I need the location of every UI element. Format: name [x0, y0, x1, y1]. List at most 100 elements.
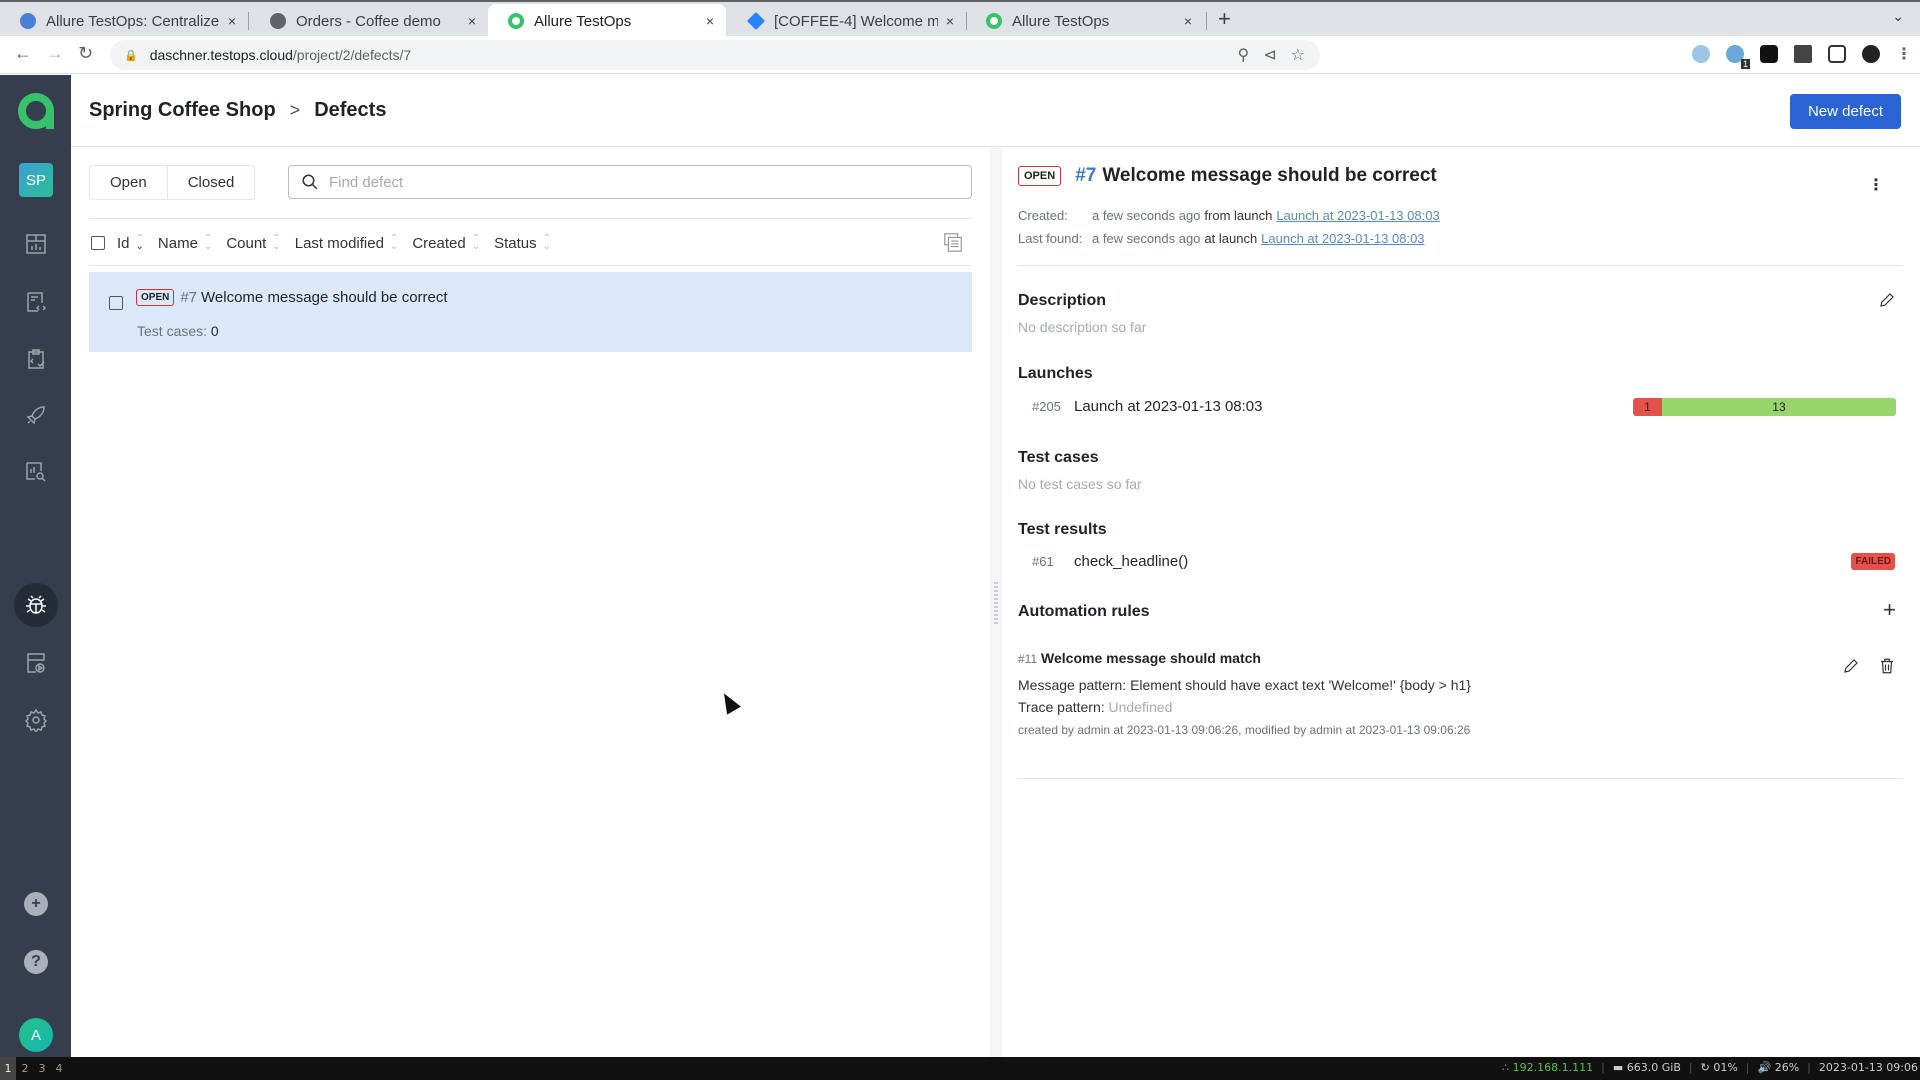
rule-name: Welcome message should match: [1041, 650, 1261, 666]
browser-tab-active[interactable]: Allure TestOps ×: [488, 4, 726, 38]
new-defect-button[interactable]: New defect: [1790, 94, 1901, 129]
share-icon[interactable]: ⊲: [1263, 45, 1276, 65]
message-pattern-value: Element should have exact text 'Welcome!…: [1130, 677, 1471, 693]
browser-tab[interactable]: Allure TestOps ×: [966, 4, 1204, 38]
add-icon[interactable]: +: [24, 892, 48, 916]
filter-open[interactable]: Open: [90, 166, 167, 199]
pencil-icon: [1844, 659, 1858, 673]
rule-trace-pattern: Trace pattern: Undefined: [1018, 699, 1172, 715]
column-last-modified[interactable]: Last modified ⌃ ⌄: [294, 234, 399, 252]
sidebar-item-analytics[interactable]: [18, 454, 54, 490]
sidebar-item-settings[interactable]: [18, 702, 54, 738]
row-checkbox[interactable]: [109, 296, 123, 310]
close-tab-icon[interactable]: ×: [1184, 13, 1192, 29]
ip-address: 192.168.1.111: [1512, 1061, 1594, 1074]
sidebar-item-launches[interactable]: [18, 397, 54, 433]
extension-icon[interactable]: [1760, 45, 1778, 63]
allure-logo[interactable]: [18, 93, 54, 129]
browser-menu-icon[interactable]: ⋮: [1896, 44, 1912, 64]
column-created[interactable]: Created ⌃ ⌄: [412, 234, 480, 252]
column-label: Id: [117, 234, 130, 252]
sidebar-item-defects[interactable]: [14, 583, 58, 627]
sidebar-item-jobs[interactable]: [18, 645, 54, 681]
new-tab-button[interactable]: +: [1218, 6, 1231, 32]
reload-icon[interactable]: ↻: [78, 43, 93, 64]
project-switcher[interactable]: SP: [19, 163, 53, 197]
delete-rule-button[interactable]: [1878, 657, 1896, 680]
launch-item[interactable]: #205 Launch at 2023-01-13 08:03: [1032, 398, 1263, 415]
tab-search-chevron-icon[interactable]: ⌄: [1892, 8, 1904, 25]
workspace-4[interactable]: 4: [51, 1057, 67, 1080]
meta-text: from launch: [1204, 208, 1273, 223]
more-options-icon[interactable]: ⋮: [1868, 175, 1884, 195]
table-row[interactable]: OPEN #7 Welcome message should be correc…: [89, 272, 972, 352]
browser-tab[interactable]: Orders - Coffee demo ×: [250, 4, 488, 38]
trace-pattern-label: Trace pattern:: [1018, 699, 1105, 715]
profile-avatar[interactable]: [1862, 45, 1880, 63]
status-filter: Open Closed: [89, 165, 256, 200]
tab-title: [COFFEE-4] Welcome me: [774, 12, 938, 30]
column-id[interactable]: Id ⌃ ⌄: [117, 234, 144, 252]
close-tab-icon[interactable]: ×: [706, 13, 714, 29]
close-tab-icon[interactable]: ×: [946, 13, 954, 29]
close-tab-icon[interactable]: ×: [468, 13, 476, 29]
puzzle-extensions-icon[interactable]: [1794, 45, 1812, 63]
back-icon[interactable]: ←: [14, 43, 32, 64]
workspace-2[interactable]: 2: [17, 1057, 33, 1080]
select-all-checkbox[interactable]: [91, 236, 105, 250]
forward-icon[interactable]: →: [46, 43, 64, 64]
divider: [1018, 265, 1902, 266]
side-panel-icon[interactable]: [1828, 45, 1846, 63]
bug-icon: [26, 595, 46, 614]
workspace-1[interactable]: 1: [0, 1057, 16, 1080]
test-result-item[interactable]: #61 check_headline(): [1032, 553, 1188, 570]
user-avatar[interactable]: A: [19, 1018, 53, 1052]
tab-title: Allure TestOps: Centralize: [46, 12, 220, 30]
zoom-icon[interactable]: ⚲: [1238, 45, 1250, 65]
browser-tab[interactable]: Allure TestOps: Centralize ×: [0, 4, 248, 38]
address-bar[interactable]: 🔒 daschner.testops.cloud/project/2/defec…: [110, 40, 1320, 70]
cpu-status: ↻ 01%: [1700, 1061, 1738, 1074]
bookmark-star-icon[interactable]: ☆: [1291, 45, 1305, 65]
system-tray: ∴ 192.168.1.111 | ▬ 663.0 GiB | ↻ 01% | …: [1502, 1061, 1918, 1074]
sidebar-item-dashboards[interactable]: [18, 226, 54, 262]
edit-description-button[interactable]: [1878, 291, 1896, 314]
search-field[interactable]: [288, 165, 972, 199]
column-count[interactable]: Count ⌃ ⌄: [226, 233, 281, 252]
page-header: Spring Coffee Shop > Defects New defect: [71, 75, 1920, 147]
sidebar-item-test-plans[interactable]: [18, 341, 54, 377]
filter-closed[interactable]: Closed: [166, 166, 255, 199]
extension-icon[interactable]: [1692, 45, 1710, 63]
automation-rules-heading: Automation rules: [1018, 603, 1150, 620]
tray-separator: |: [1745, 1061, 1750, 1074]
defect-detail-panel: OPEN #7 Welcome message should be correc…: [1002, 147, 1920, 1057]
close-tab-icon[interactable]: ×: [228, 13, 236, 29]
pencil-icon: [1880, 293, 1894, 307]
volume-value: 26%: [1774, 1061, 1800, 1074]
last-found-info: Last found: a few seconds ago at launch …: [1018, 231, 1425, 246]
workspace-3[interactable]: 3: [34, 1057, 50, 1080]
browser-tab[interactable]: [COFFEE-4] Welcome me ×: [728, 4, 966, 38]
tab-title: Orders - Coffee demo: [296, 12, 441, 30]
column-status[interactable]: Status ⌃ ⌄: [494, 234, 551, 252]
created-launch-link[interactable]: Launch at 2023-01-13 08:03: [1276, 208, 1439, 223]
network-status: ∴ 192.168.1.111: [1502, 1061, 1594, 1074]
panel-resize-handle[interactable]: [990, 147, 1002, 1057]
edit-rule-button[interactable]: [1842, 657, 1860, 680]
help-icon[interactable]: ?: [24, 950, 48, 974]
divider: [89, 218, 972, 219]
breadcrumb-project[interactable]: Spring Coffee Shop: [89, 99, 276, 122]
last-found-launch-link[interactable]: Launch at 2023-01-13 08:03: [1261, 231, 1424, 246]
system-taskbar: 1 2 3 4 ∴ 192.168.1.111 | ▬ 663.0 GiB | …: [0, 1057, 1920, 1080]
search-input[interactable]: [329, 173, 971, 191]
sort-icon: ⌃ ⌄: [272, 233, 281, 252]
column-name[interactable]: Name ⌃ ⌄: [158, 233, 213, 252]
column-settings-icon[interactable]: [942, 231, 964, 253]
test-result-id: #61: [1032, 554, 1054, 569]
failed-status-badge: FAILED: [1851, 553, 1895, 570]
sort-icon: ⌃ ⌄: [203, 233, 213, 252]
add-rule-button[interactable]: +: [1883, 597, 1896, 623]
sidebar-item-test-cases[interactable]: [18, 284, 54, 320]
extension-icon[interactable]: 1: [1726, 45, 1750, 69]
column-label: Last modified: [294, 234, 384, 252]
